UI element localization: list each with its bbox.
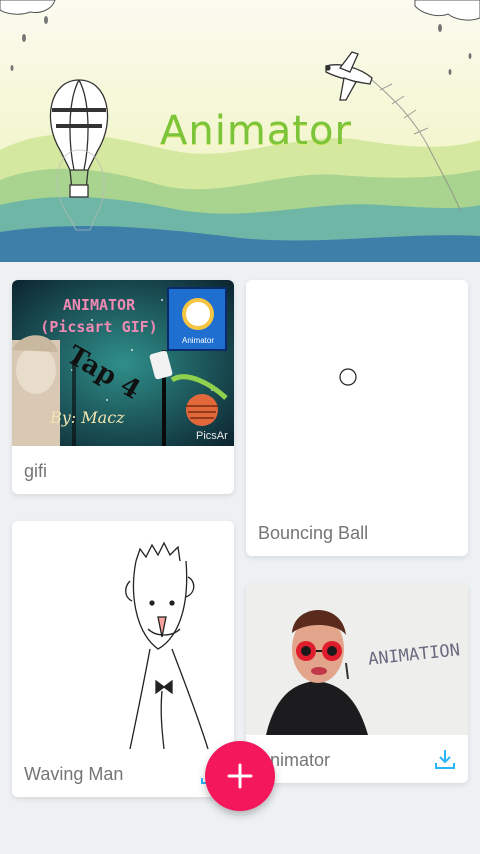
plus-icon xyxy=(227,763,253,789)
project-thumbnail: ANIMATOR (Picsart GIF) Tap 4 By: Macz An… xyxy=(12,280,234,446)
download-icon[interactable] xyxy=(434,748,456,770)
project-card-bouncing-ball[interactable]: Bouncing Ball xyxy=(246,280,468,556)
thumbnail-overlay-by: By: Macz xyxy=(50,408,125,427)
project-card-gifi[interactable]: ANIMATOR (Picsart GIF) Tap 4 By: Macz An… xyxy=(12,280,234,494)
project-title: Bouncing Ball xyxy=(258,523,369,543)
project-title: gifi xyxy=(24,461,48,481)
thumbnail-overlay-title: ANIMATOR (Picsart GIF) xyxy=(40,296,158,336)
project-thumbnail xyxy=(12,521,234,749)
banner-title: Animator xyxy=(160,108,352,154)
project-title: Waving Man xyxy=(24,764,124,784)
add-project-button[interactable] xyxy=(205,741,275,811)
project-card-animator[interactable]: ANIMATION Animator xyxy=(246,583,468,783)
thumbnail-app-label: Animator xyxy=(181,336,214,345)
waving-man-drawing xyxy=(125,541,209,749)
project-thumbnail xyxy=(246,280,468,500)
thumbnail-brand-label: PicsAr xyxy=(196,430,228,442)
ball-drawing xyxy=(339,368,357,386)
header-banner: Animator xyxy=(0,0,480,262)
project-card-waving-man[interactable]: Waving Man xyxy=(12,521,234,797)
project-thumbnail: ANIMATION xyxy=(246,583,468,735)
